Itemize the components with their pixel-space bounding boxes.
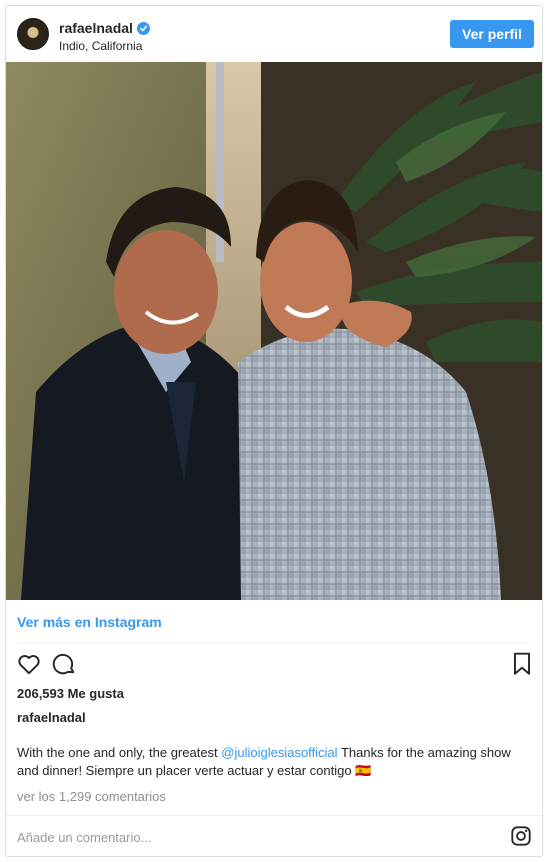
location[interactable]: Indio, California: [59, 39, 142, 53]
bookmark-icon[interactable]: [509, 651, 535, 677]
verified-badge-icon: [136, 21, 150, 35]
add-comment-input[interactable]: [17, 824, 457, 850]
post-photo[interactable]: [6, 62, 542, 600]
caption-mention-link[interactable]: @julioiglesiasofficial: [221, 745, 337, 760]
avatar[interactable]: [17, 18, 49, 50]
heart-icon[interactable]: [16, 651, 42, 677]
instagram-embed: rafaelnadal Indio, California Ver perfil: [5, 5, 543, 857]
view-profile-button[interactable]: Ver perfil: [450, 20, 534, 48]
caption: With the one and only, the greatest @jul…: [17, 744, 527, 780]
view-comments-link[interactable]: ver los 1,299 comentarios: [17, 789, 166, 804]
divider: [17, 643, 531, 644]
post-header: rafaelnadal Indio, California Ver perfil: [6, 6, 542, 62]
action-bar: [6, 651, 542, 681]
like-count[interactable]: 206,593 Me gusta: [17, 686, 124, 701]
username-row: rafaelnadal: [59, 20, 150, 36]
view-more-on-instagram-link[interactable]: Ver más en Instagram: [17, 614, 162, 630]
caption-text-start: With the one and only, the greatest: [17, 745, 222, 760]
photo-illustration: [6, 62, 542, 600]
comment-icon[interactable]: [51, 651, 77, 677]
username[interactable]: rafaelnadal: [59, 20, 133, 36]
caption-username[interactable]: rafaelnadal: [17, 710, 86, 725]
divider: [6, 815, 542, 816]
instagram-logo-icon[interactable]: [510, 825, 532, 847]
